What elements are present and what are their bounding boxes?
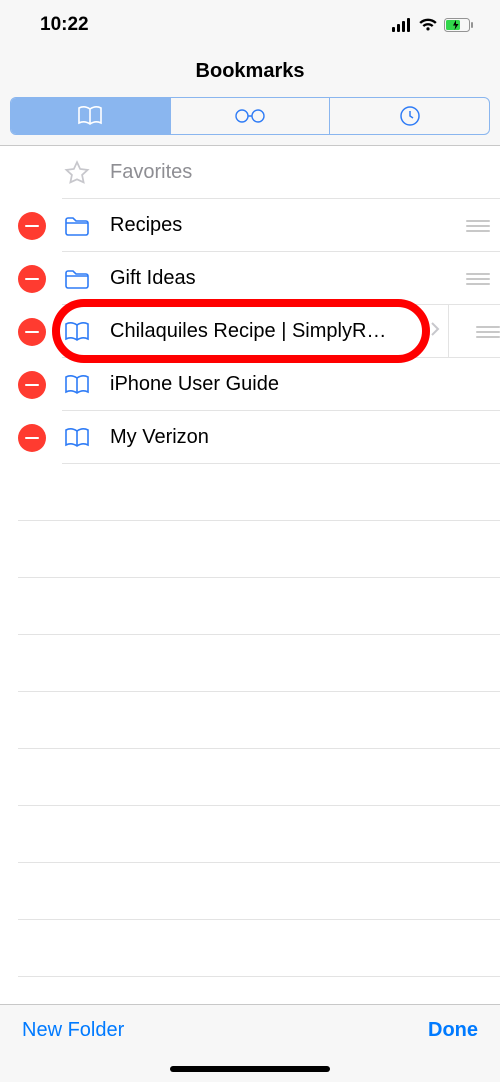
row-label: Favorites xyxy=(110,161,500,184)
row-recipes[interactable]: Recipes xyxy=(0,199,500,252)
tab-history[interactable] xyxy=(329,98,489,134)
tab-bar xyxy=(0,97,500,145)
chevron-right-icon xyxy=(430,321,440,342)
wifi-icon xyxy=(418,18,438,32)
tab-reading-list[interactable] xyxy=(170,98,330,134)
glasses-icon xyxy=(233,109,267,123)
status-time: 10:22 xyxy=(40,14,392,36)
folder-icon xyxy=(62,211,92,241)
home-indicator[interactable] xyxy=(170,1066,330,1072)
tab-bookmarks[interactable] xyxy=(11,98,170,134)
delete-button[interactable] xyxy=(18,265,46,293)
page-title: Bookmarks xyxy=(0,50,500,97)
battery-charging-icon xyxy=(444,18,474,32)
cellular-icon xyxy=(392,18,412,32)
bookmark-icon xyxy=(62,370,92,400)
reorder-handle[interactable] xyxy=(464,220,500,232)
row-label: My Verizon xyxy=(110,426,500,449)
empty-list-area xyxy=(0,464,500,977)
bookmark-icon xyxy=(62,423,92,453)
status-right xyxy=(392,18,474,32)
folder-icon xyxy=(62,264,92,294)
delete-button[interactable] xyxy=(18,212,46,240)
row-iphone-guide[interactable]: iPhone User Guide xyxy=(0,358,500,411)
clock-icon xyxy=(399,105,421,127)
star-icon xyxy=(62,158,92,188)
row-label: iPhone User Guide xyxy=(110,373,500,396)
bookmark-icon xyxy=(62,317,92,347)
delete-button[interactable] xyxy=(18,371,46,399)
row-label: Chilaquiles Recipe | SimplyRe... xyxy=(110,320,400,343)
bottom-toolbar: New Folder Done xyxy=(0,1004,500,1082)
row-label: Gift Ideas xyxy=(110,267,464,290)
book-icon xyxy=(77,105,103,127)
done-button[interactable]: Done xyxy=(428,1019,478,1042)
reorder-handle[interactable] xyxy=(464,273,500,285)
delete-button[interactable] xyxy=(18,318,46,346)
row-my-verizon[interactable]: My Verizon xyxy=(0,411,500,464)
bookmarks-list: Favorites Recipes Gift Ideas Chilaquiles… xyxy=(0,146,500,977)
new-folder-button[interactable]: New Folder xyxy=(22,1019,124,1042)
row-favorites[interactable]: Favorites xyxy=(0,146,500,199)
row-label: Recipes xyxy=(110,214,464,237)
reorder-handle[interactable] xyxy=(448,305,500,358)
delete-button[interactable] xyxy=(18,424,46,452)
row-gift-ideas[interactable]: Gift Ideas xyxy=(0,252,500,305)
row-chilaquiles[interactable]: Chilaquiles Recipe | SimplyRe... xyxy=(0,305,500,358)
status-bar: 10:22 xyxy=(0,0,500,50)
